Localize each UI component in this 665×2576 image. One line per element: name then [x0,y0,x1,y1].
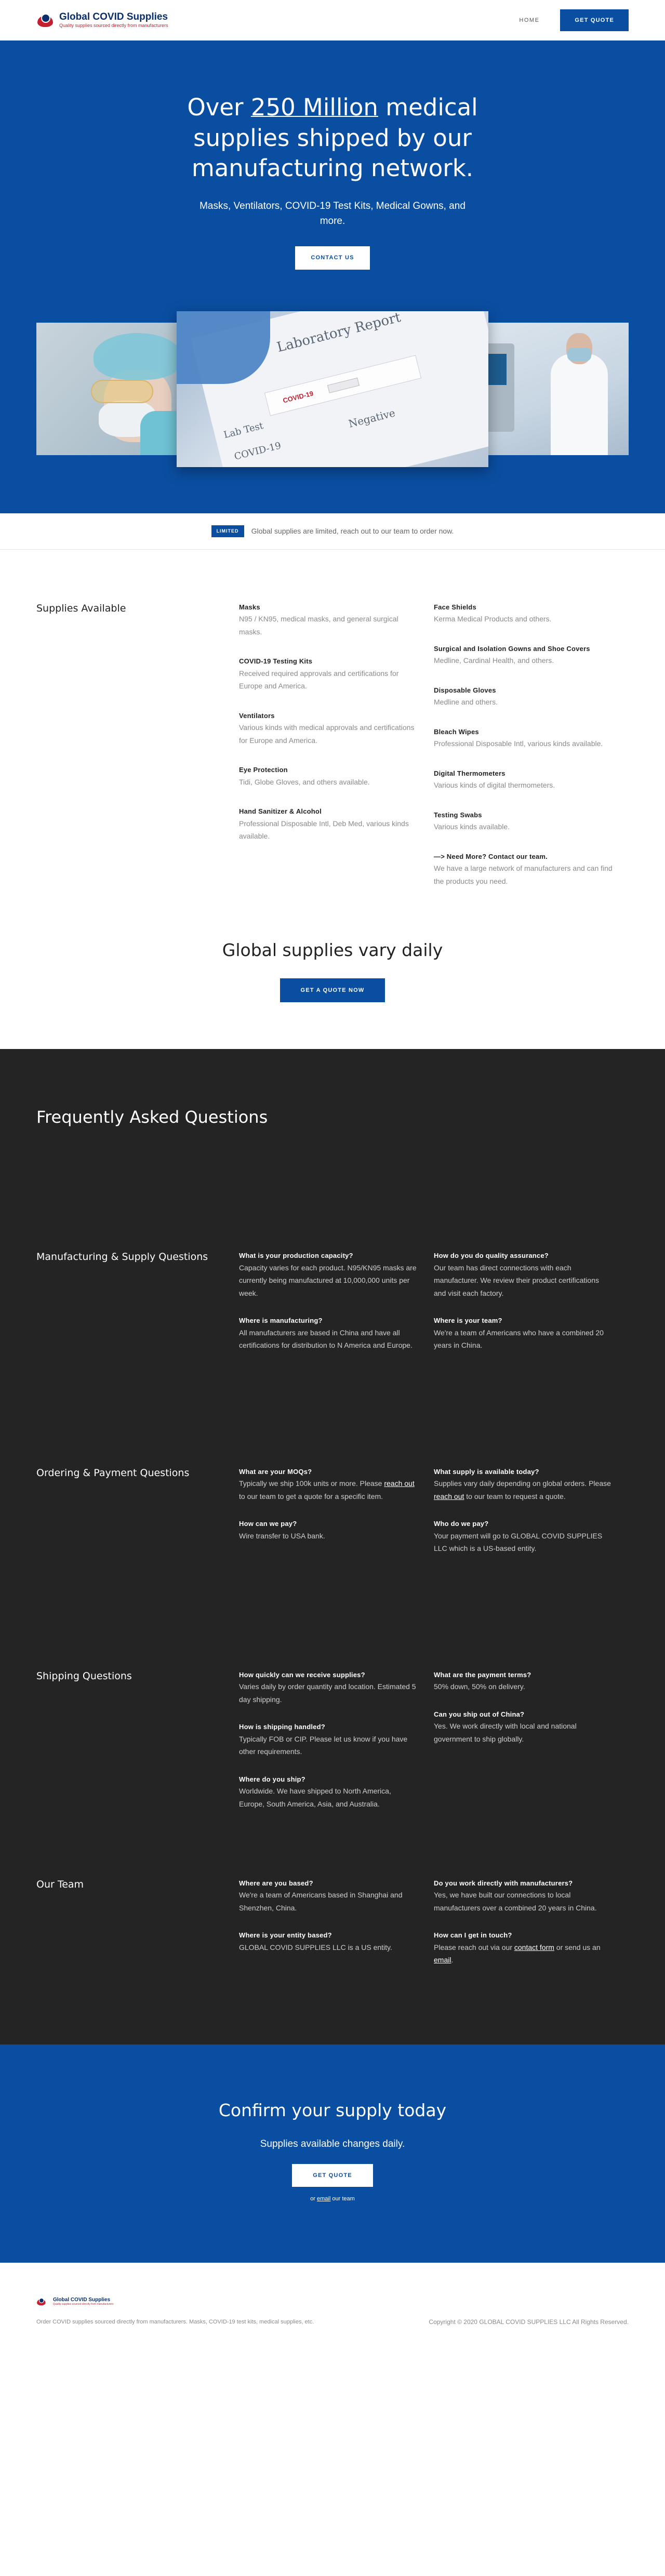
footer-logo[interactable]: Global COVID Supplies Quality supplies s… [36,2294,629,2309]
supply-item: Face Shields Kerma Medical Products and o… [434,603,552,623]
faq-category-title: Our Team [36,1879,84,1890]
supply-item: Eye Protection Tidi, Globe Gloves, and ot… [239,766,370,786]
site-header: Global COVID Supplies Quality supplies s… [0,0,665,41]
supplies-vary-cta: Global supplies vary daily GET A QUOTE N… [36,936,629,1002]
supplies-section: Supplies Available Masks N95 / KN95, medi… [0,550,665,1049]
limited-badge: LIMITED [211,525,244,537]
hero-subtitle: Masks, Ventilators, COVID-19 Test Kits, … [200,200,466,227]
faq-category-title: Ordering & Payment Questions [36,1467,190,1479]
footer-description: Order COVID supplies sourced directly fr… [36,2318,314,2325]
confirm-subtitle: Supplies available changes daily. [260,2139,405,2150]
reach-out-link[interactable]: reach out [384,1479,414,1488]
copyright: Copyright © 2020 GLOBAL COVID SUPPLIES L… [429,2318,629,2326]
faq-category-title: Shipping Questions [36,1670,132,1682]
supply-item: Surgical and Isolation Gowns and Shoe Co… [434,644,590,665]
faq-item: How can we pay? Wire transfer to USA bank… [239,1520,325,1540]
get-a-quote-now-button[interactable]: GET A QUOTE NOW [280,978,385,1002]
supply-item: Hand Sanitizer & Alcohol Professional Dis… [239,807,409,841]
contact-us-button[interactable]: CONTACT US [295,246,370,270]
covid-test-kit-image: Laboratory Report COVID-19 Lab Test COVI… [177,311,488,467]
limited-notice-bar: LIMITED Global supplies are limited, rea… [0,513,665,550]
faq-item: How is shipping handled? Typically FOB or… [239,1723,408,1756]
faq-item: Where is your team? We're a team of Ameri… [434,1317,604,1350]
main-nav: HOME GET QUOTE [519,9,629,32]
brand-name: Global COVID Supplies [59,11,168,23]
limited-text: Global supplies are limited, reach out t… [251,526,454,535]
faq-block-ordering: Ordering & Payment Questions What are yo… [36,1466,629,1571]
email-link[interactable]: email [434,1956,451,1964]
supplies-column-a: Masks N95 / KN95, medical masks, and gene… [239,602,434,905]
faq-item: Where do you ship? Worldwide. We have shi… [239,1775,391,1808]
brand-tagline: Quality supplies sourced directly from m… [59,23,168,29]
confirm-section: Confirm your supply today Supplies avail… [0,2044,665,2263]
supply-item: Testing Swabs Various kinds available. [434,811,510,831]
faq-item: How can I get in touch? Please reach out … [434,1931,601,1964]
contact-form-link[interactable]: contact form [514,1943,554,1951]
faq-item: Do you work directly with manufacturers?… [434,1879,597,1912]
supplies-column-b: Face Shields Kerma Medical Products and o… [434,602,629,905]
hero-section: Over 250 Million medical supplies shippe… [0,41,665,513]
hero-title: Over 250 Million medical supplies shippe… [187,94,478,182]
faq-item: Who do we pay? Your payment will go to GL… [434,1520,603,1553]
faq-block-shipping: Shipping Questions How quickly can we re… [36,1669,629,1826]
hero-image-collage: Laboratory Report COVID-19 Lab Test COVI… [0,311,665,483]
heart-globe-icon [36,2298,46,2306]
supply-item: Digital Thermometers Various kinds of dig… [434,769,555,790]
faq-item: Can you ship out of China? Yes. We work d… [434,1710,577,1743]
email-team-link[interactable]: email [317,2196,330,2202]
need-more-item: —> Need More? Contact our team. We have a… [434,851,629,887]
site-footer: Global COVID Supplies Quality supplies s… [0,2263,665,2367]
need-more-link[interactable]: —> Need More? Contact our team. [434,851,613,862]
faq-item: What are the payment terms? 50% down, 50%… [434,1670,531,1691]
faq-item: Where is manufacturing? All manufacturers… [239,1317,413,1350]
faq-item: How do you do quality assurance? Our team… [434,1252,599,1297]
logo[interactable]: Global COVID Supplies Quality supplies s… [36,11,168,29]
vary-title: Global supplies vary daily [222,940,443,961]
faq-item: What supply is available today? Supplies … [434,1467,611,1501]
faq-item: What are your MOQs? Typically we ship 100… [239,1467,415,1501]
faq-item: Where is your entity based? GLOBAL COVID … [239,1931,392,1951]
supply-item: Disposable Gloves Medline and others. [434,686,498,707]
supply-item: Bleach Wipes Professional Disposable Intl… [434,727,603,748]
supply-item: Masks N95 / KN95, medical masks, and gene… [239,603,398,636]
supplies-heading: Supplies Available [36,603,126,614]
faq-block-team: Our Team Where are you based? We're a tea… [36,1878,629,1982]
faq-item: Where are you based? We're a team of Amer… [239,1879,403,1912]
email-team-text: or email our team [310,2195,355,2202]
faq-block-manufacturing: Manufacturing & Supply Questions What is… [36,1250,629,1367]
reach-out-link[interactable]: reach out [434,1492,464,1501]
confirm-title: Confirm your supply today [218,2100,447,2120]
supply-item: Ventilators Various kinds with medical ap… [239,711,415,745]
heart-globe-icon [36,12,54,28]
faq-item: What is your production capacity? Capacit… [239,1252,417,1297]
hero-highlight: 250 Million [250,94,378,121]
get-quote-button[interactable]: GET QUOTE [560,9,629,32]
confirm-get-quote-button[interactable]: GET QUOTE [292,2163,373,2187]
faq-section: Frequently Asked Questions Manufacturing… [0,1048,665,2044]
supply-item: COVID-19 Testing Kits Received required a… [239,657,399,691]
faq-category-title: Manufacturing & Supply Questions [36,1251,208,1263]
faq-heading: Frequently Asked Questions [36,1107,268,1127]
faq-item: How quickly can we receive supplies? Vari… [239,1670,416,1704]
nav-home-link[interactable]: HOME [519,16,539,25]
